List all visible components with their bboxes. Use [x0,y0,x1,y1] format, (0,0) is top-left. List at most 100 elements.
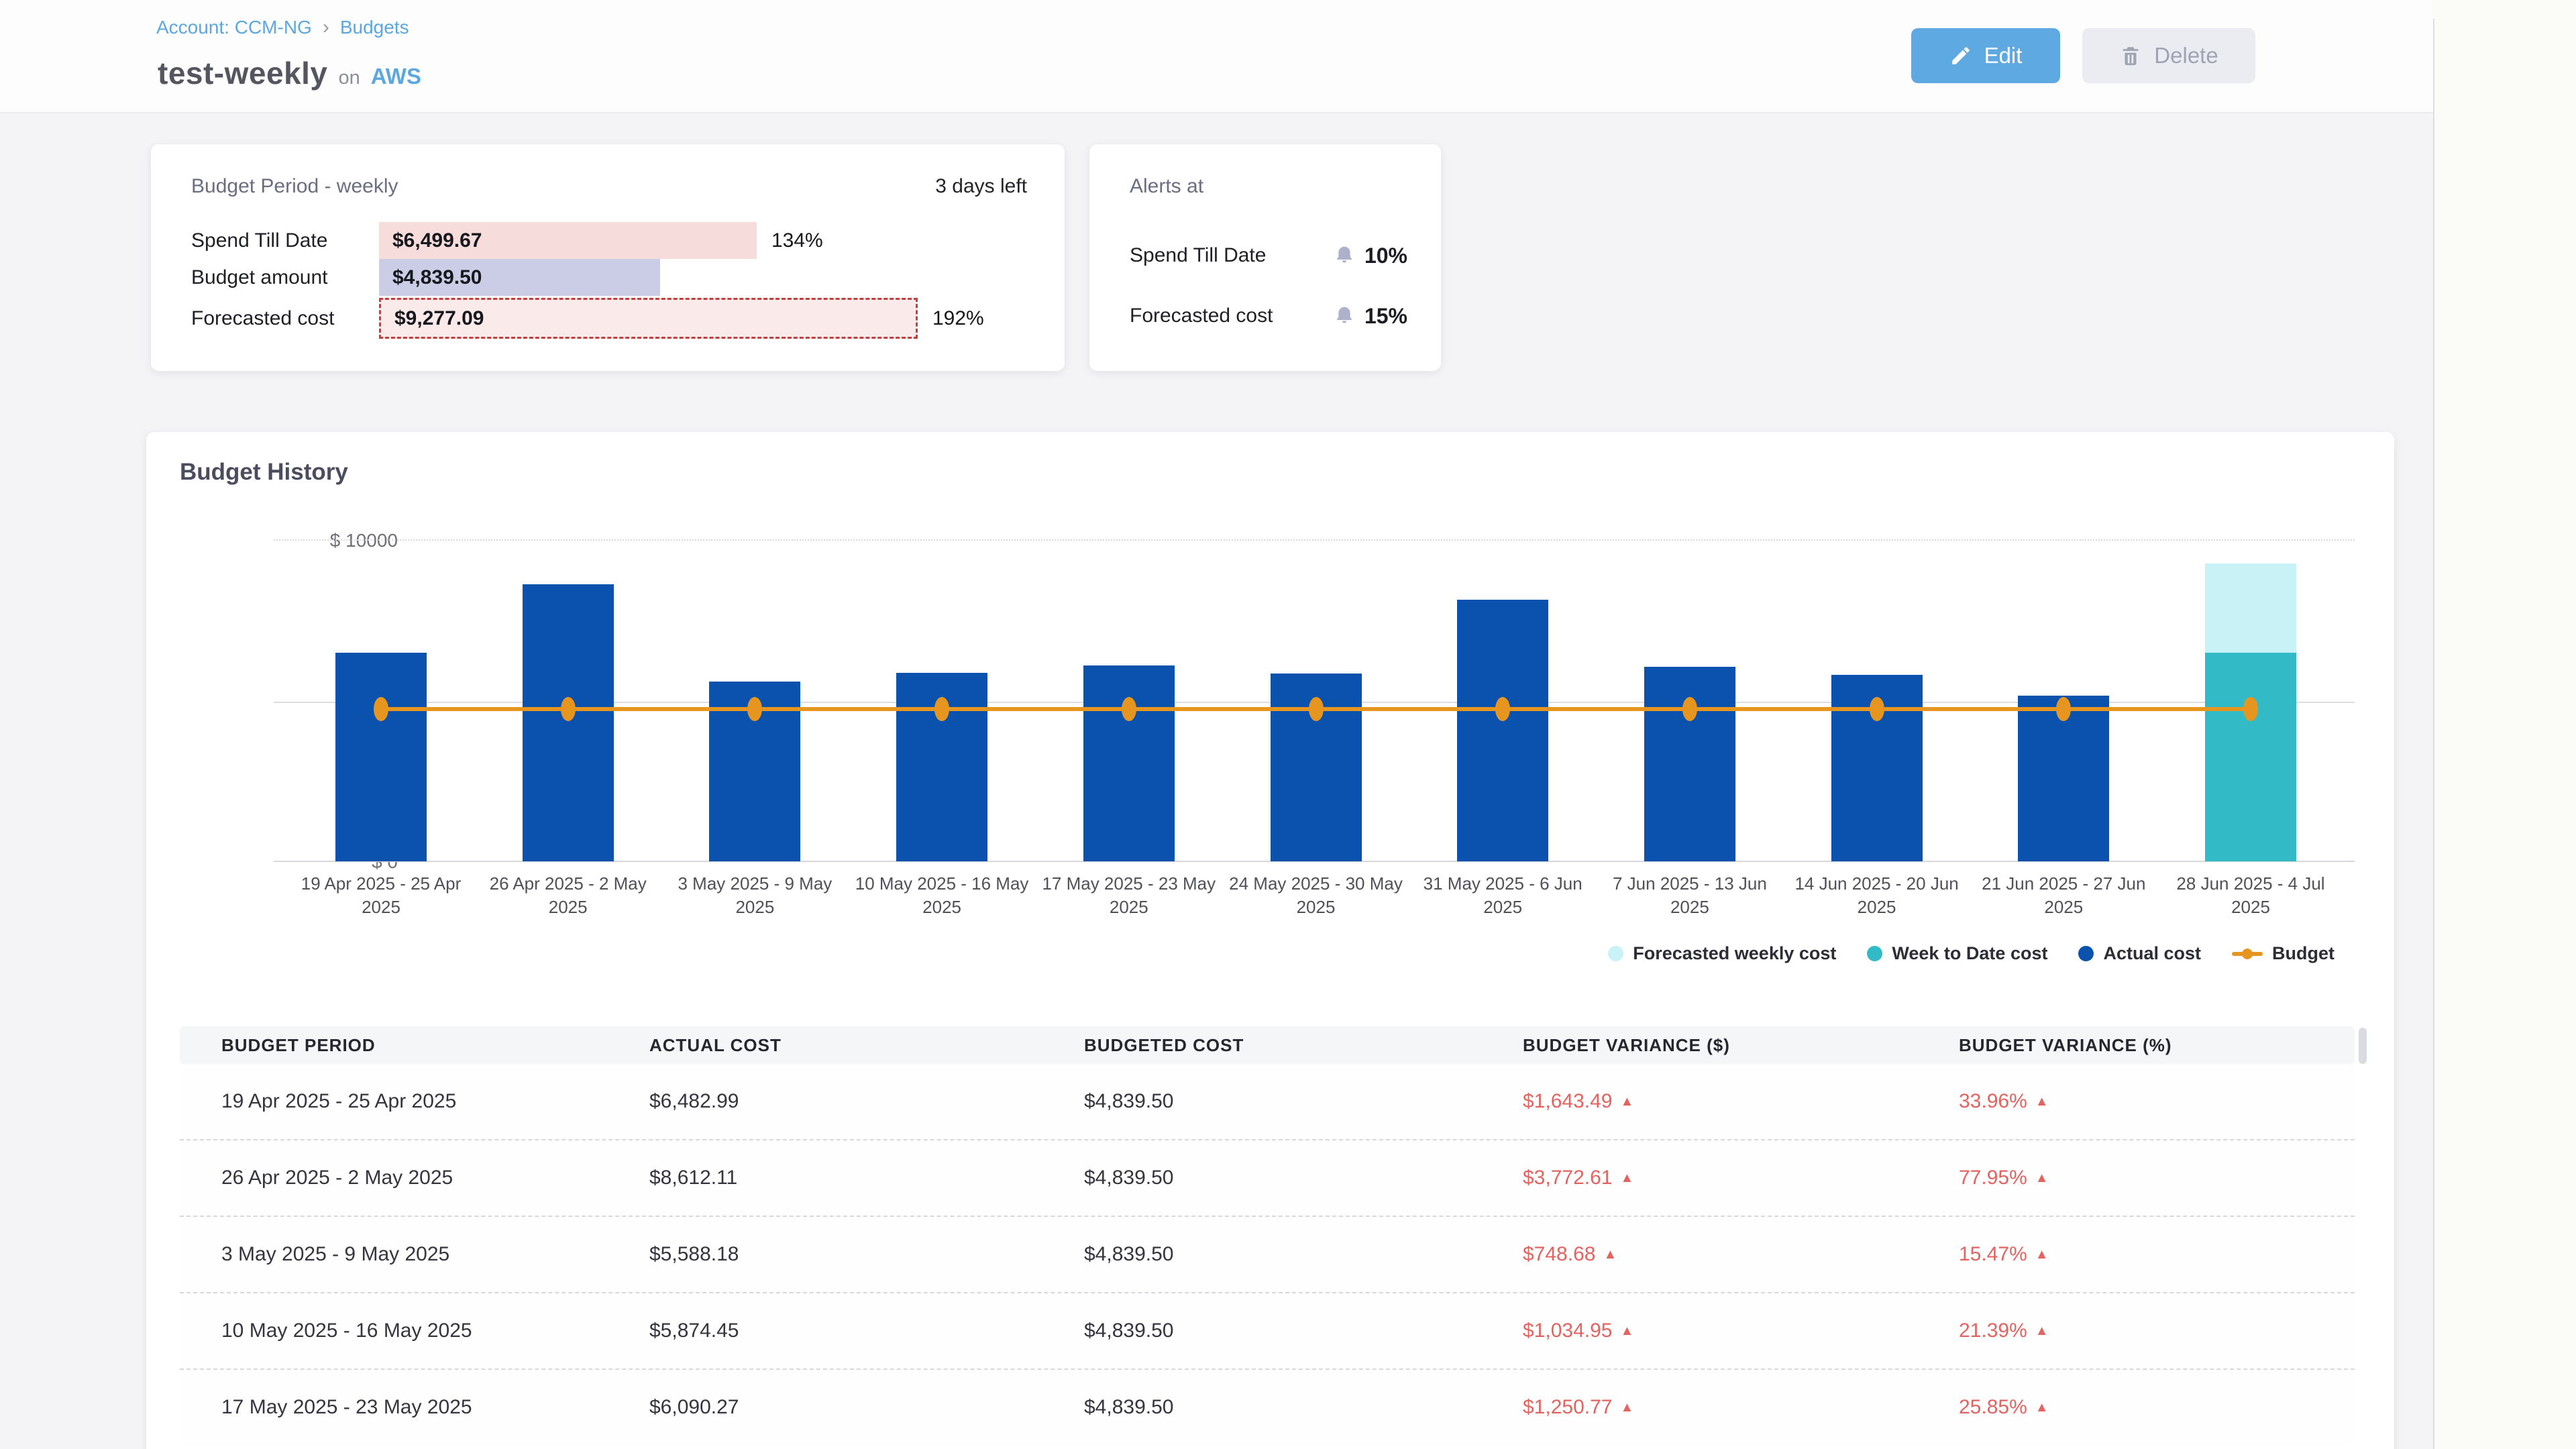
budget-metric-bar-forecast: $9,277.09 [379,298,918,339]
days-left-label: 3 days left [935,175,1027,198]
budget-history-card: Budget History $ 10000 $ 0 19 Apr 2025 -… [146,432,2394,1449]
budget-line-marker[interactable] [2243,697,2258,721]
budget-history-table: BUDGET PERIODACTUAL COSTBUDGETED COST BUD… [180,1026,2355,1445]
budget-period-title: Budget Period - weekly [191,175,398,198]
legend-item-budget[interactable]: Budget [2232,943,2334,964]
budget-metric-value: $4,839.50 [379,266,482,289]
bar-actual-cost[interactable] [523,584,614,861]
variance-up-icon: ▲ [1620,1324,1633,1339]
breadcrumb-budgets-link[interactable]: Budgets [340,17,409,38]
chart-legend: Forecasted weekly cost Week to Date cost A… [1608,943,2334,964]
cell-budget-variance-usd: $1,250.77▲ [1523,1396,1959,1419]
variance-up-icon: ▲ [2035,1324,2049,1339]
legend-dot-icon [1608,946,1623,961]
budget-line-marker[interactable] [1870,697,1884,721]
alert-threshold: 10% [1364,244,1407,268]
page-title: test-weekly on AWS [158,55,421,91]
cell-budget-period: 10 May 2025 - 16 May 2025 [180,1320,649,1342]
budget-history-chart: $ 10000 $ 0 19 Apr 2025 - 25 Apr 202526 … [146,432,2394,1009]
legend-dot-icon [2078,946,2094,961]
x-axis-label: 3 May 2025 - 9 May 2025 [666,872,843,919]
bar-week-to-date-cost[interactable] [2205,653,2296,861]
edit-button-label: Edit [1984,43,2023,68]
variance-up-icon: ▲ [1603,1247,1617,1263]
legend-item-actual-cost[interactable]: Actual cost [2078,943,2201,964]
cell-budget-variance-pct: 25.85%▲ [1959,1396,2355,1419]
edit-button[interactable]: Edit [1911,28,2060,83]
legend-label: Budget [2272,943,2334,964]
legend-item-forecasted-weekly-cost[interactable]: Forecasted weekly cost [1608,943,1836,964]
cell-budget-variance-pct: 33.96%▲ [1959,1090,2355,1113]
x-axis-label: 14 Jun 2025 - 20 Jun 2025 [1788,872,1966,919]
alert-threshold: 15% [1364,304,1407,329]
cell-budgeted-cost: $4,839.50 [1084,1090,1523,1113]
alert-row: Forecasted cost15% [1130,297,1407,335]
legend-label: Forecasted weekly cost [1633,943,1836,964]
content-right-divider [2433,19,2434,1449]
cell-budget-variance-usd: $1,034.95▲ [1523,1320,1959,1342]
bar-actual-cost[interactable] [1644,667,1735,861]
cell-budget-period: 17 May 2025 - 23 May 2025 [180,1396,649,1419]
bar-actual-cost[interactable] [1457,600,1548,861]
legend-dot-icon [1867,946,1882,961]
delete-button-label: Delete [2154,43,2218,68]
variance-up-icon: ▲ [2035,1400,2049,1415]
budget-metric-bar-over: $6,499.67 [379,222,757,259]
cell-budget-variance-pct: 21.39%▲ [1959,1320,2355,1342]
cell-budget-variance-pct: 77.95%▲ [1959,1167,2355,1189]
legend-budget-line-icon [2232,952,2263,956]
top-bar: Account: CCM-NG › Budgets test-weekly on… [0,0,2433,113]
gridline-10000 [274,539,2355,541]
table-header-cell: BUDGET PERIOD [180,1035,649,1056]
x-axis-label: 24 May 2025 - 30 May 2025 [1228,872,1405,919]
table-header-cell: ACTUAL COST [649,1035,1084,1056]
delete-button[interactable]: Delete [2082,28,2255,83]
cell-budget-period: 26 Apr 2025 - 2 May 2025 [180,1167,649,1189]
cell-budget-variance-usd: $1,643.49▲ [1523,1090,1959,1113]
table-row: 26 Apr 2025 - 2 May 2025$8,612.11$4,839.… [180,1139,2355,1216]
x-axis-label: 21 Jun 2025 - 27 Jun 2025 [1975,872,2152,919]
bar-actual-cost[interactable] [335,653,427,861]
budget-line-marker[interactable] [561,697,576,721]
budget-detail-page: Account: CCM-NG › Budgets test-weekly on… [0,0,2576,1449]
cell-budget-variance-pct: 15.47%▲ [1959,1243,2355,1266]
cell-budget-variance-usd: $3,772.61▲ [1523,1167,1959,1189]
budget-line-marker[interactable] [374,697,388,721]
budget-metric-row: Spend Till Date$6,499.67134% [191,222,1038,259]
x-axis-label: 28 Jun 2025 - 4 Jul 2025 [2162,872,2339,919]
breadcrumb-account-link[interactable]: Account: CCM-NG [156,17,312,38]
cell-actual-cost: $5,588.18 [649,1243,1084,1266]
variance-up-icon: ▲ [2035,1171,2049,1186]
table-header-cell: BUDGETED COST [1084,1035,1523,1056]
variance-up-icon: ▲ [2035,1094,2049,1110]
budget-metric-value: $6,499.67 [379,229,482,252]
title-connector: on [339,67,360,89]
variance-up-icon: ▲ [1620,1400,1633,1415]
legend-item-week-to-date-cost[interactable]: Week to Date cost [1867,943,2047,964]
table-header-row: BUDGET PERIODACTUAL COSTBUDGETED COST BUD… [180,1026,2355,1064]
table-header-cell: BUDGET VARIANCE (%) [1959,1035,2355,1056]
table-row: 19 Apr 2025 - 25 Apr 2025$6,482.99$4,839… [180,1064,2355,1139]
bell-icon [1334,245,1355,266]
bar-actual-cost[interactable] [1083,665,1175,861]
alert-row: Spend Till Date10% [1130,237,1407,274]
cell-actual-cost: $6,482.99 [649,1090,1084,1113]
table-body: 19 Apr 2025 - 25 Apr 2025$6,482.99$4,839… [180,1064,2355,1445]
bell-icon [1334,305,1355,327]
budget-metric-bar-budget: $4,839.50 [379,259,660,296]
trash-icon [2119,44,2142,67]
alerts-title: Alerts at [1130,175,1203,198]
budget-line-marker[interactable] [1682,697,1697,721]
budget-line-marker[interactable] [1309,697,1324,721]
legend-label: Week to Date cost [1892,943,2047,964]
budget-period-card: Budget Period - weekly 3 days left Spend… [151,144,1065,371]
breadcrumb-separator-icon: › [323,16,329,39]
table-scrollbar-thumb[interactable] [2359,1028,2367,1064]
cell-budgeted-cost: $4,839.50 [1084,1167,1523,1189]
budget-metric-label: Budget amount [191,266,379,289]
cell-budgeted-cost: $4,839.50 [1084,1396,1523,1419]
variance-up-icon: ▲ [1620,1171,1633,1186]
content-area: Budget Period - weekly 3 days left Spend… [0,113,2433,1449]
budget-line-marker[interactable] [1122,697,1136,721]
budget-metric-label: Spend Till Date [191,229,379,252]
